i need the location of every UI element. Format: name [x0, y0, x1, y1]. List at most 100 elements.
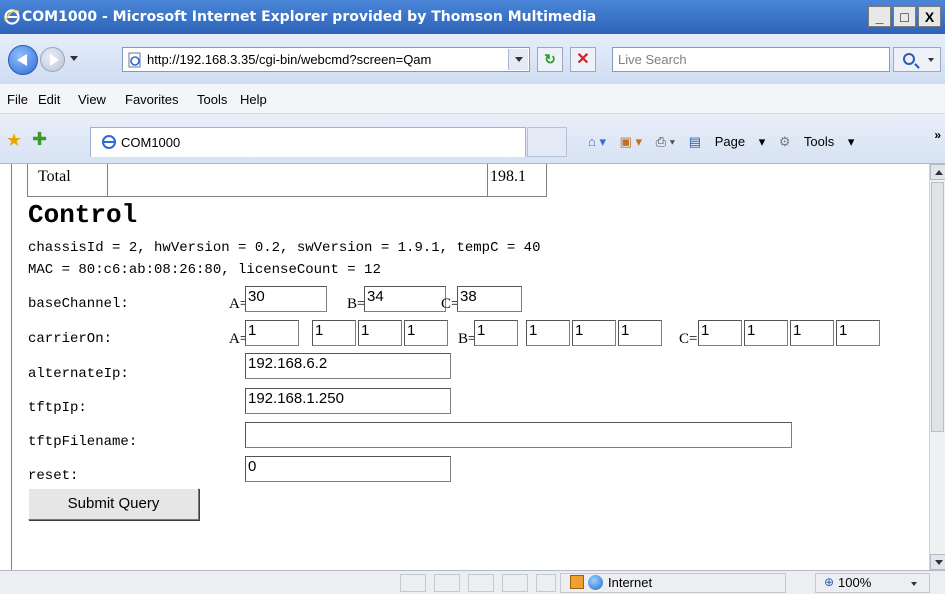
total-empty-cell — [108, 164, 488, 196]
tab-bar: ★ ✚ COM1000 ⌂ ▾ ▣ ▾ ⎙ ▾ ▤ Page ▾ ⚙ Tools… — [0, 114, 945, 164]
recent-pages-dropdown[interactable] — [70, 56, 78, 61]
basechannel-b-input[interactable]: 34 — [364, 286, 446, 312]
zoom-level: 100% — [838, 575, 872, 590]
reset-input[interactable]: 0 — [245, 456, 451, 482]
carrieron-b3-input[interactable]: 1 — [572, 320, 616, 346]
total-row: Total 198.1 — [27, 164, 547, 197]
basechannel-b-prefix: B= — [347, 296, 366, 312]
alternateip-label: alternateIp: — [28, 366, 129, 382]
tab-label: COM1000 — [121, 135, 181, 150]
basechannel-c-input[interactable]: 38 — [457, 286, 522, 312]
menu-edit[interactable]: Edit — [38, 92, 60, 107]
ie-tab-icon — [102, 135, 116, 149]
ie-logo-icon — [4, 9, 20, 25]
carrieron-label: carrierOn: — [28, 331, 113, 347]
reset-label: reset: — [28, 468, 79, 484]
security-zone-label: Internet — [608, 575, 653, 590]
search-options-dropdown[interactable] — [928, 58, 934, 62]
status-segment-3 — [468, 574, 494, 592]
stop-icon: ✕ — [576, 51, 590, 68]
add-favorites-icon[interactable]: ✚ — [32, 129, 47, 150]
menu-help[interactable]: Help — [240, 92, 267, 107]
back-button[interactable] — [8, 45, 38, 75]
status-segment-2 — [434, 574, 460, 592]
status-bar: Internet ⊕ 100% — [0, 570, 945, 594]
minimize-button[interactable]: _ — [868, 6, 891, 27]
address-row: http://192.168.3.35/cgi-bin/webcmd?scree… — [0, 34, 945, 84]
maximize-button[interactable]: □ — [893, 6, 916, 27]
carrieron-b4-input[interactable]: 1 — [618, 320, 662, 346]
scroll-thumb[interactable] — [931, 182, 944, 432]
carrieron-a1-input[interactable]: 1 — [245, 320, 299, 346]
more-commands-chevron-icon[interactable]: » — [934, 128, 941, 142]
refresh-button[interactable]: ↻ — [537, 47, 563, 72]
search-icon — [903, 53, 915, 65]
basechannel-a-input[interactable]: 30 — [245, 286, 327, 312]
new-tab-button[interactable] — [527, 127, 567, 157]
feeds-icon[interactable]: ▣ ▾ — [620, 134, 642, 149]
menu-tools[interactable]: Tools — [197, 92, 227, 107]
carrieron-c1-input[interactable]: 1 — [698, 320, 742, 346]
carrieron-a2-input[interactable]: 1 — [312, 320, 356, 346]
carrieron-c3-input[interactable]: 1 — [790, 320, 834, 346]
favorites-star-icon[interactable]: ★ — [6, 130, 22, 151]
scroll-up-button[interactable] — [930, 164, 945, 180]
search-input[interactable]: Live Search — [612, 47, 890, 72]
window-title-bar: COM1000 - Microsoft Internet Explorer pr… — [0, 0, 945, 34]
home-icon[interactable]: ⌂ ▾ — [588, 134, 606, 149]
carrieron-b2-input[interactable]: 1 — [526, 320, 570, 346]
carrieron-a3-input[interactable]: 1 — [358, 320, 402, 346]
address-bar[interactable]: http://192.168.3.35/cgi-bin/webcmd?scree… — [122, 47, 530, 72]
address-url: http://192.168.3.35/cgi-bin/webcmd?scree… — [147, 52, 432, 67]
device-info-line-1: chassisId = 2, hwVersion = 0.2, swVersio… — [28, 240, 541, 256]
minimize-icon: _ — [875, 8, 884, 25]
submit-query-button[interactable]: Submit Query — [28, 488, 199, 520]
close-button[interactable]: X — [918, 6, 941, 27]
vertical-scrollbar[interactable] — [929, 164, 945, 570]
search-placeholder: Live Search — [618, 52, 687, 67]
zoom-icon: ⊕ — [824, 575, 835, 589]
status-segment-5 — [536, 574, 556, 592]
page-icon: ▤ — [688, 134, 702, 149]
address-dropdown-button[interactable] — [508, 49, 528, 70]
alternateip-input[interactable]: 192.168.6.2 — [245, 353, 451, 379]
maximize-icon: □ — [900, 8, 909, 25]
stop-button[interactable]: ✕ — [570, 47, 596, 72]
carrieron-b1-input[interactable]: 1 — [474, 320, 518, 346]
total-value: 198.1 — [490, 168, 526, 185]
tools-menu-label: Tools — [803, 134, 835, 149]
menu-file[interactable]: File — [7, 92, 28, 107]
page-favicon-icon — [128, 52, 141, 68]
command-bar: ⌂ ▾ ▣ ▾ ⎙ ▾ ▤ Page ▾ ⚙ Tools ▾ — [588, 134, 864, 150]
total-label: Total — [28, 164, 108, 196]
page-title: Control — [28, 200, 138, 230]
tftpfilename-input[interactable] — [245, 422, 792, 448]
back-arrow-icon — [17, 54, 27, 66]
page-menu-label: Page — [714, 134, 746, 149]
status-segment-4 — [502, 574, 528, 592]
gear-icon: ⚙ — [778, 134, 791, 149]
tftpfilename-label: tftpFilename: — [28, 434, 138, 450]
print-icon[interactable]: ⎙ ▾ — [656, 134, 675, 149]
window-title: COM1000 - Microsoft Internet Explorer pr… — [22, 9, 597, 25]
page-menu-button[interactable]: ▤ Page ▾ — [689, 134, 765, 149]
forward-arrow-icon — [49, 53, 59, 66]
refresh-icon: ↻ — [544, 51, 556, 67]
scroll-down-button[interactable] — [930, 554, 945, 570]
status-segment-1 — [400, 574, 426, 592]
menu-favorites[interactable]: Favorites — [125, 92, 178, 107]
menu-view[interactable]: View — [78, 92, 106, 107]
tools-menu-button[interactable]: ⚙ Tools ▾ — [779, 134, 855, 149]
carrieron-c-prefix: C= — [679, 331, 698, 347]
forward-button[interactable] — [40, 47, 65, 72]
tftpip-input[interactable]: 192.168.1.250 — [245, 388, 451, 414]
device-info-line-2: MAC = 80:c6:ab:08:26:80, licenseCount = … — [28, 262, 381, 278]
carrieron-a4-input[interactable]: 1 — [404, 320, 448, 346]
zoom-dropdown-button[interactable] — [911, 582, 917, 586]
search-button[interactable] — [893, 47, 941, 72]
globe-icon — [588, 575, 603, 590]
close-icon: X — [924, 8, 935, 25]
carrieron-c2-input[interactable]: 1 — [744, 320, 788, 346]
tab-com1000[interactable]: COM1000 — [90, 127, 526, 157]
carrieron-c4-input[interactable]: 1 — [836, 320, 880, 346]
